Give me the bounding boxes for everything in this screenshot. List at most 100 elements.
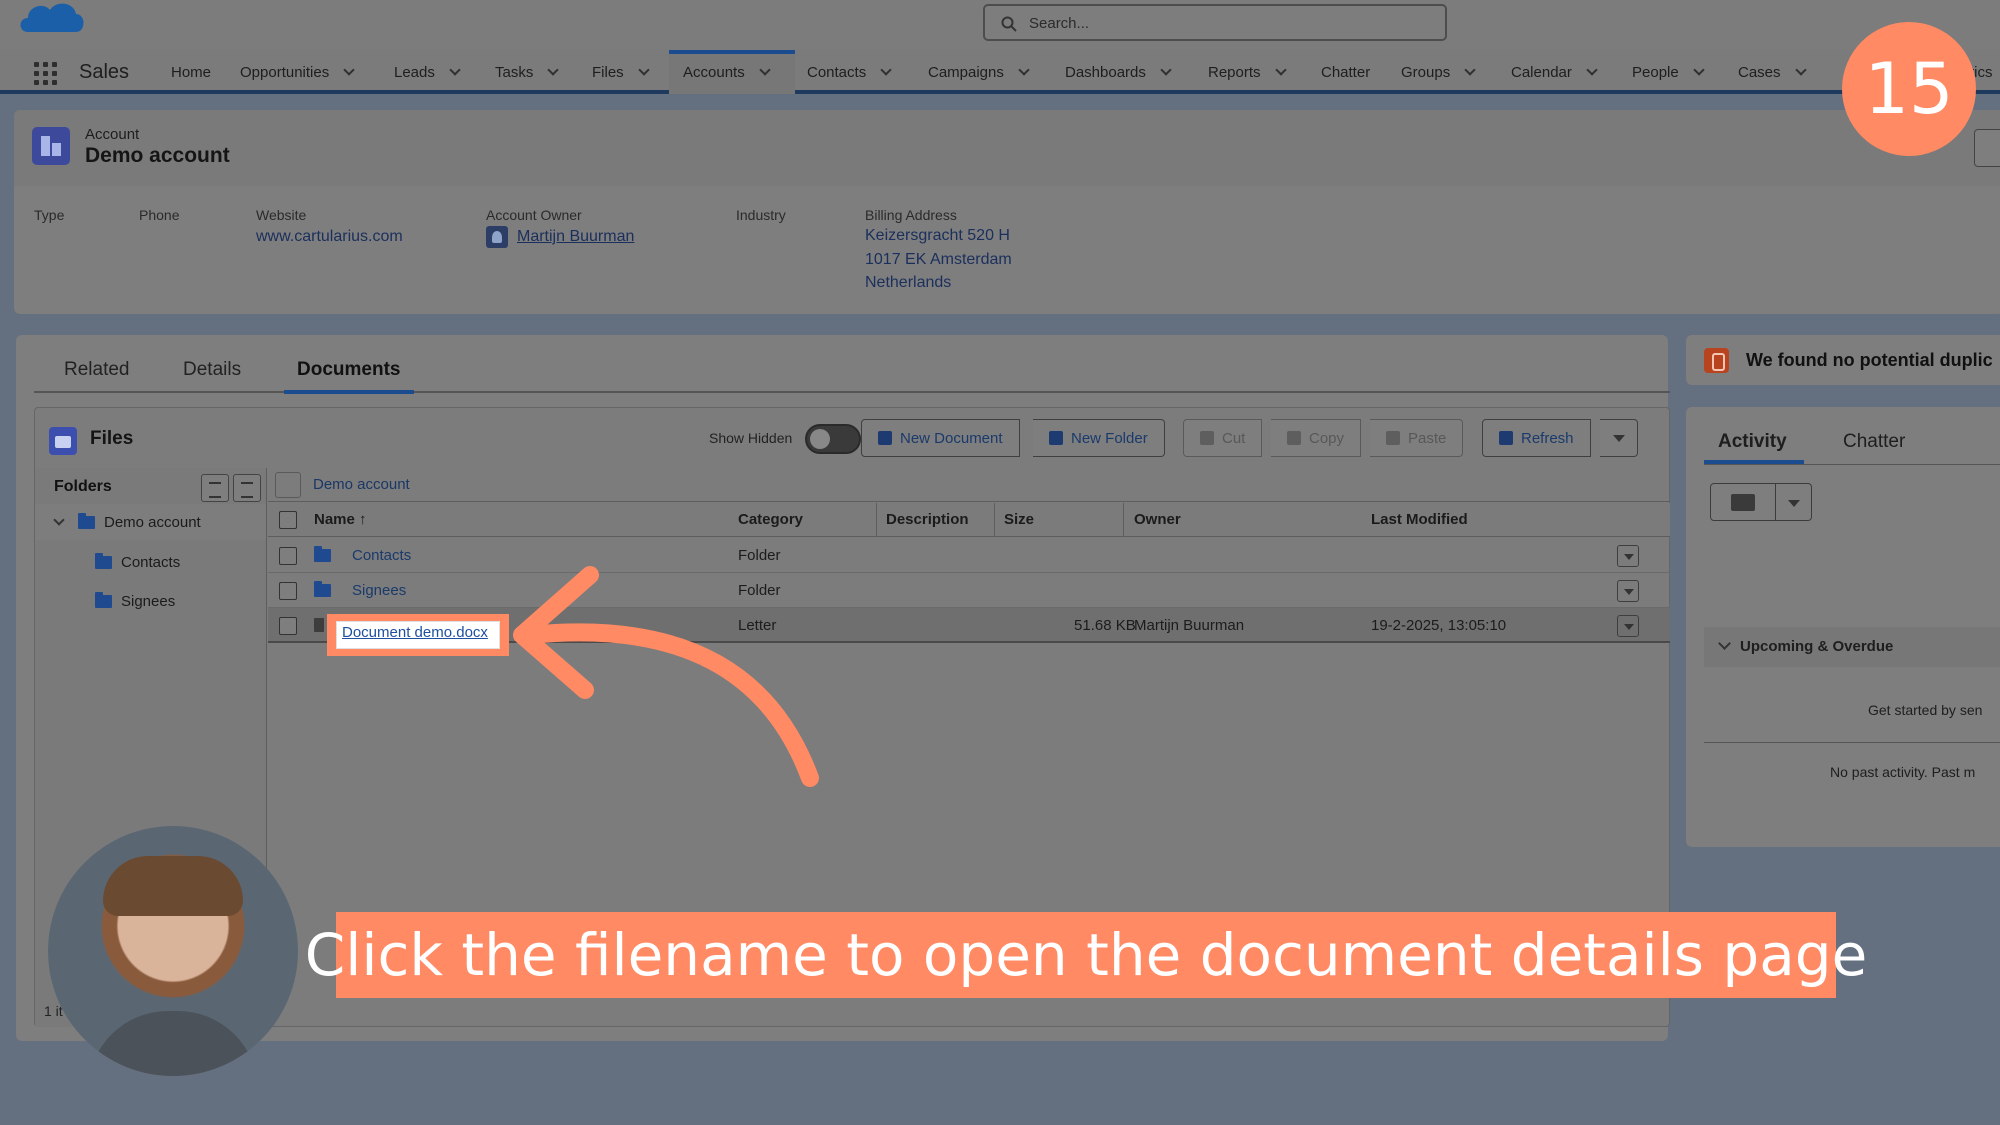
files-icon: [49, 427, 77, 455]
nav-item-groups[interactable]: Groups: [1401, 64, 1476, 81]
column-separator: [1123, 503, 1124, 537]
document-filename-link[interactable]: Document demo.docx: [342, 624, 488, 641]
column-separator: [876, 503, 877, 537]
chevron-down-icon[interactable]: [1018, 64, 1030, 76]
column-header-category[interactable]: Category: [738, 511, 803, 528]
chevron-down-icon[interactable]: [1274, 64, 1287, 76]
nav-item-accounts[interactable]: Accounts: [683, 64, 771, 81]
table-row[interactable]: Contacts Folder: [268, 538, 1670, 573]
tab-details[interactable]: Details: [183, 359, 241, 381]
nav-item-opportunities[interactable]: Opportunities: [240, 64, 355, 81]
global-search-input[interactable]: Search...: [983, 4, 1447, 41]
salesforce-logo[interactable]: [18, 0, 86, 42]
tab-chatter[interactable]: Chatter: [1843, 431, 1905, 453]
chevron-down-icon[interactable]: [1160, 64, 1172, 76]
active-tab-indicator: [284, 390, 414, 394]
tree-item-label: Signees: [121, 593, 176, 610]
chevron-down-icon[interactable]: [1693, 64, 1705, 76]
tree-item-root[interactable]: Demo account: [53, 513, 201, 531]
chevron-down-icon[interactable]: [759, 64, 771, 76]
tab-activity[interactable]: Activity: [1718, 431, 1787, 453]
file-name-link[interactable]: Contacts: [352, 547, 411, 564]
chevron-down-icon[interactable]: [880, 64, 892, 76]
account-owner-label: Account Owner: [486, 207, 582, 223]
scissors-icon: [1200, 431, 1214, 445]
nav-item-people[interactable]: People: [1632, 64, 1705, 81]
row-actions-icon[interactable]: [1617, 580, 1639, 602]
billing-address-line3[interactable]: Netherlands: [865, 271, 951, 294]
new-document-button[interactable]: New Document: [861, 419, 1020, 457]
row-actions-icon[interactable]: [1617, 615, 1639, 637]
column-header-description[interactable]: Description: [886, 511, 969, 528]
refresh-button[interactable]: Refresh: [1482, 419, 1591, 457]
nav-item-chatter[interactable]: Chatter: [1321, 64, 1370, 81]
nav-item-tasks[interactable]: Tasks: [495, 64, 560, 81]
column-header-size[interactable]: Size: [1004, 511, 1034, 528]
paste-button[interactable]: Paste: [1370, 419, 1464, 457]
folder-up-icon[interactable]: [275, 472, 301, 498]
billing-address-line2[interactable]: 1017 EK Amsterdam: [865, 248, 1012, 271]
tree-item-signees[interactable]: Signees: [95, 592, 176, 610]
account-owner-link[interactable]: Martijn Buurman: [517, 225, 634, 248]
cut-button[interactable]: Cut: [1183, 419, 1263, 457]
folder-icon: [95, 592, 112, 608]
chevron-down-icon[interactable]: [638, 64, 650, 76]
nav-item-cases[interactable]: Cases: [1738, 64, 1807, 81]
column-header-owner[interactable]: Owner: [1134, 511, 1181, 528]
copy-icon: [1287, 431, 1301, 445]
nav-item-leads[interactable]: Leads: [394, 64, 461, 81]
expand-all-icon[interactable]: [233, 474, 261, 502]
row-checkbox[interactable]: [279, 547, 297, 565]
nav-item-calendar[interactable]: Calendar: [1511, 64, 1598, 81]
nav-item-reports[interactable]: Reports: [1208, 64, 1287, 81]
breadcrumb[interactable]: Demo account: [313, 476, 410, 493]
file-name-link[interactable]: Signees: [352, 582, 406, 599]
folder-icon: [314, 581, 331, 601]
billing-address-line1[interactable]: Keizersgracht 520 H: [865, 224, 1010, 247]
new-folder-label: New Folder: [1071, 429, 1148, 447]
nav-item-contacts[interactable]: Contacts: [807, 64, 892, 81]
column-header-last-modified[interactable]: Last Modified: [1371, 511, 1468, 528]
chevron-down-icon[interactable]: [343, 64, 355, 76]
files-title: Files: [90, 428, 134, 449]
folder-icon: [314, 546, 331, 566]
email-dropdown-button[interactable]: [1776, 483, 1812, 521]
phone-label: Phone: [139, 207, 180, 223]
new-folder-button[interactable]: New Folder: [1033, 419, 1165, 457]
nav-item-files[interactable]: Files: [592, 64, 650, 81]
website-link[interactable]: www.cartularius.com: [256, 225, 403, 248]
table-row[interactable]: Signees Folder: [268, 573, 1670, 608]
app-launcher-icon[interactable]: [34, 62, 58, 86]
hierarchy-button[interactable]: [1974, 129, 2000, 167]
row-checkbox[interactable]: [279, 582, 297, 600]
column-header-name[interactable]: Name ↑: [314, 511, 367, 528]
chevron-down-icon[interactable]: [1794, 64, 1807, 76]
active-tab-indicator: [1704, 460, 1804, 464]
email-icon[interactable]: [1710, 483, 1776, 521]
nav-item-home[interactable]: Home: [171, 64, 211, 81]
duplicates-message: We found no potential duplic: [1746, 350, 1993, 370]
chevron-down-icon[interactable]: [1586, 64, 1598, 76]
chevron-down-icon[interactable]: [449, 64, 461, 76]
folder-icon: [78, 513, 95, 529]
row-actions-icon[interactable]: [1617, 545, 1639, 567]
tree-item-contacts[interactable]: Contacts: [95, 553, 180, 571]
row-checkbox[interactable]: [279, 617, 297, 635]
tab-related[interactable]: Related: [64, 359, 130, 381]
upcoming-overdue-section[interactable]: Upcoming & Overdue: [1704, 627, 2000, 667]
chevron-down-icon[interactable]: [53, 513, 65, 526]
tab-documents[interactable]: Documents: [297, 359, 400, 381]
collapse-all-icon[interactable]: [201, 474, 229, 502]
refresh-label: Refresh: [1521, 429, 1574, 447]
select-all-checkbox[interactable]: [279, 511, 297, 529]
record-type-label: Account: [85, 126, 140, 143]
chevron-down-icon[interactable]: [1464, 64, 1476, 76]
more-actions-button[interactable]: [1600, 419, 1638, 457]
show-hidden-toggle[interactable]: [805, 424, 861, 454]
nav-item-dashboards[interactable]: Dashboards: [1065, 64, 1172, 81]
chevron-down-icon[interactable]: [547, 64, 560, 76]
nav-item-campaigns[interactable]: Campaigns: [928, 64, 1030, 81]
chevron-down-icon[interactable]: [1718, 637, 1731, 650]
copy-button[interactable]: Copy: [1271, 419, 1362, 457]
tab-divider: [1704, 464, 2000, 465]
